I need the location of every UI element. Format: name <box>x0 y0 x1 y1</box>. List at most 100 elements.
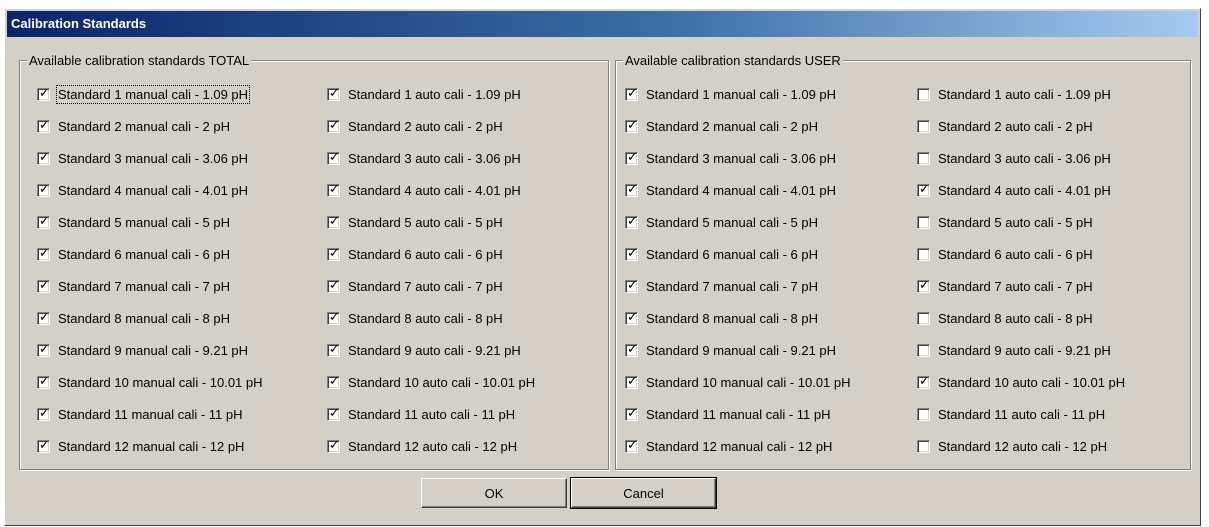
total-manual-checkbox-12[interactable]: ✓ Standard 12 manual cali - 12 pH <box>37 436 244 456</box>
user-auto-checkbox-8[interactable]: Standard 8 auto cali - 8 pH <box>917 308 1093 328</box>
checkbox-box[interactable]: ✓ <box>625 342 638 357</box>
user-auto-checkbox-5[interactable]: Standard 5 auto cali - 5 pH <box>917 212 1093 232</box>
user-auto-checkbox-9[interactable]: Standard 9 auto cali - 9.21 pH <box>917 340 1111 360</box>
checkbox-box[interactable]: ✓ <box>37 438 50 453</box>
checkbox-box[interactable]: ✓ <box>625 150 638 165</box>
total-manual-checkbox-6[interactable]: ✓ Standard 6 manual cali - 6 pH <box>37 244 230 264</box>
user-manual-checkbox-8[interactable]: ✓ Standard 8 manual cali - 8 pH <box>625 308 818 328</box>
checkbox-box[interactable] <box>917 87 930 101</box>
checkbox-box[interactable]: ✓ <box>37 310 50 325</box>
checkbox-box[interactable]: ✓ <box>327 246 340 261</box>
checkbox-box[interactable]: ✓ <box>37 278 50 293</box>
user-manual-checkbox-12[interactable]: ✓ Standard 12 manual cali - 12 pH <box>625 436 832 456</box>
total-auto-checkbox-6[interactable]: ✓ Standard 6 auto cali - 6 pH <box>327 244 503 264</box>
total-auto-checkbox-11[interactable]: ✓ Standard 11 auto cali - 11 pH <box>327 404 515 424</box>
checkbox-box[interactable]: ✓ <box>327 86 340 101</box>
total-auto-checkbox-2[interactable]: ✓ Standard 2 auto cali - 2 pH <box>327 116 503 136</box>
checkbox-box[interactable]: ✓ <box>37 118 50 133</box>
total-auto-checkbox-8[interactable]: ✓ Standard 8 auto cali - 8 pH <box>327 308 503 328</box>
user-auto-checkbox-10[interactable]: ✓ Standard 10 auto cali - 10.01 pH <box>917 372 1125 392</box>
checkbox-box[interactable]: ✓ <box>625 86 638 101</box>
user-auto-checkbox-7[interactable]: ✓ Standard 7 auto cali - 7 pH <box>917 276 1093 296</box>
checkbox-box[interactable]: ✓ <box>625 438 638 453</box>
total-manual-checkbox-8[interactable]: ✓ Standard 8 manual cali - 8 pH <box>37 308 230 328</box>
checkbox-box[interactable]: ✓ <box>327 278 340 293</box>
user-auto-checkbox-4[interactable]: ✓ Standard 4 auto cali - 4.01 pH <box>917 180 1111 200</box>
cancel-button[interactable]: Cancel <box>570 477 717 509</box>
checkbox-box[interactable] <box>917 343 930 357</box>
checkbox-box[interactable]: ✓ <box>327 214 340 229</box>
user-manual-checkbox-10[interactable]: ✓ Standard 10 manual cali - 10.01 pH <box>625 372 851 392</box>
total-auto-checkbox-10[interactable]: ✓ Standard 10 auto cali - 10.01 pH <box>327 372 535 392</box>
checkbox-box[interactable]: ✓ <box>625 406 638 421</box>
checkbox-box[interactable]: ✓ <box>625 214 638 229</box>
user-auto-checkbox-3[interactable]: Standard 3 auto cali - 3.06 pH <box>917 148 1111 168</box>
total-auto-checkbox-3[interactable]: ✓ Standard 3 auto cali - 3.06 pH <box>327 148 521 168</box>
total-manual-checkbox-4[interactable]: ✓ Standard 4 manual cali - 4.01 pH <box>37 180 248 200</box>
user-manual-checkbox-4[interactable]: ✓ Standard 4 manual cali - 4.01 pH <box>625 180 836 200</box>
total-auto-checkbox-4[interactable]: ✓ Standard 4 auto cali - 4.01 pH <box>327 180 521 200</box>
user-manual-checkbox-1[interactable]: ✓ Standard 1 manual cali - 1.09 pH <box>625 84 836 104</box>
checkbox-box[interactable]: ✓ <box>327 438 340 453</box>
total-manual-checkbox-5[interactable]: ✓ Standard 5 manual cali - 5 pH <box>37 212 230 232</box>
group-user-legend: Available calibration standards USER <box>623 53 843 68</box>
checkbox-box[interactable]: ✓ <box>327 118 340 133</box>
user-auto-checkbox-2[interactable]: Standard 2 auto cali - 2 pH <box>917 116 1093 136</box>
checkbox-box[interactable]: ✓ <box>37 342 50 357</box>
checkbox-box[interactable]: ✓ <box>327 406 340 421</box>
checkbox-box[interactable]: ✓ <box>625 118 638 133</box>
total-manual-checkbox-3[interactable]: ✓ Standard 3 manual cali - 3.06 pH <box>37 148 248 168</box>
checkbox-box[interactable]: ✓ <box>37 86 50 101</box>
checkbox-box[interactable] <box>917 119 930 133</box>
checkmark-icon: ✓ <box>329 341 340 357</box>
checkbox-box[interactable]: ✓ <box>37 150 50 165</box>
total-auto-checkbox-7[interactable]: ✓ Standard 7 auto cali - 7 pH <box>327 276 503 296</box>
checkbox-box[interactable]: ✓ <box>917 278 930 293</box>
user-manual-checkbox-7[interactable]: ✓ Standard 7 manual cali - 7 pH <box>625 276 818 296</box>
total-manual-checkbox-10[interactable]: ✓ Standard 10 manual cali - 10.01 pH <box>37 372 263 392</box>
user-manual-checkbox-2[interactable]: ✓ Standard 2 manual cali - 2 pH <box>625 116 818 136</box>
user-manual-checkbox-11[interactable]: ✓ Standard 11 manual cali - 11 pH <box>625 404 831 424</box>
checkbox-box[interactable]: ✓ <box>917 374 930 389</box>
checkbox-box[interactable]: ✓ <box>37 406 50 421</box>
user-manual-checkbox-6[interactable]: ✓ Standard 6 manual cali - 6 pH <box>625 244 818 264</box>
checkbox-box[interactable]: ✓ <box>327 374 340 389</box>
user-manual-checkbox-3[interactable]: ✓ Standard 3 manual cali - 3.06 pH <box>625 148 836 168</box>
total-manual-checkbox-11[interactable]: ✓ Standard 11 manual cali - 11 pH <box>37 404 243 424</box>
checkbox-box[interactable]: ✓ <box>327 150 340 165</box>
user-manual-checkbox-9[interactable]: ✓ Standard 9 manual cali - 9.21 pH <box>625 340 836 360</box>
total-auto-checkbox-9[interactable]: ✓ Standard 9 auto cali - 9.21 pH <box>327 340 521 360</box>
total-manual-checkbox-9[interactable]: ✓ Standard 9 manual cali - 9.21 pH <box>37 340 248 360</box>
checkbox-box[interactable] <box>917 247 930 261</box>
checkbox-box[interactable]: ✓ <box>37 374 50 389</box>
checkbox-box[interactable] <box>917 215 930 229</box>
checkbox-box[interactable]: ✓ <box>625 278 638 293</box>
total-manual-checkbox-2[interactable]: ✓ Standard 2 manual cali - 2 pH <box>37 116 230 136</box>
total-auto-checkbox-12[interactable]: ✓ Standard 12 auto cali - 12 pH <box>327 436 517 456</box>
total-auto-checkbox-1[interactable]: ✓ Standard 1 auto cali - 1.09 pH <box>327 84 521 104</box>
checkbox-box[interactable]: ✓ <box>327 182 340 197</box>
checkbox-box[interactable]: ✓ <box>917 182 930 197</box>
total-manual-checkbox-1[interactable]: ✓ Standard 1 manual cali - 1.09 pH <box>37 84 251 104</box>
checkbox-box[interactable] <box>917 407 930 421</box>
user-auto-checkbox-6[interactable]: Standard 6 auto cali - 6 pH <box>917 244 1093 264</box>
checkbox-box[interactable]: ✓ <box>327 310 340 325</box>
checkbox-box[interactable]: ✓ <box>625 310 638 325</box>
checkbox-box[interactable]: ✓ <box>37 214 50 229</box>
user-auto-checkbox-11[interactable]: Standard 11 auto cali - 11 pH <box>917 404 1105 424</box>
user-auto-checkbox-12[interactable]: Standard 12 auto cali - 12 pH <box>917 436 1107 456</box>
checkbox-box[interactable] <box>917 439 930 453</box>
checkbox-box[interactable]: ✓ <box>625 182 638 197</box>
checkbox-box[interactable]: ✓ <box>625 246 638 261</box>
total-manual-checkbox-7[interactable]: ✓ Standard 7 manual cali - 7 pH <box>37 276 230 296</box>
checkbox-box[interactable]: ✓ <box>37 182 50 197</box>
user-auto-checkbox-1[interactable]: Standard 1 auto cali - 1.09 pH <box>917 84 1111 104</box>
checkbox-box[interactable]: ✓ <box>327 341 340 357</box>
ok-button[interactable]: OK <box>421 478 567 508</box>
checkbox-box[interactable]: ✓ <box>37 246 50 261</box>
user-manual-checkbox-5[interactable]: ✓ Standard 5 manual cali - 5 pH <box>625 212 818 232</box>
checkbox-box[interactable]: ✓ <box>625 374 638 389</box>
checkbox-box[interactable] <box>917 151 930 165</box>
total-auto-checkbox-5[interactable]: ✓ Standard 5 auto cali - 5 pH <box>327 212 503 232</box>
checkbox-box[interactable] <box>917 311 930 325</box>
